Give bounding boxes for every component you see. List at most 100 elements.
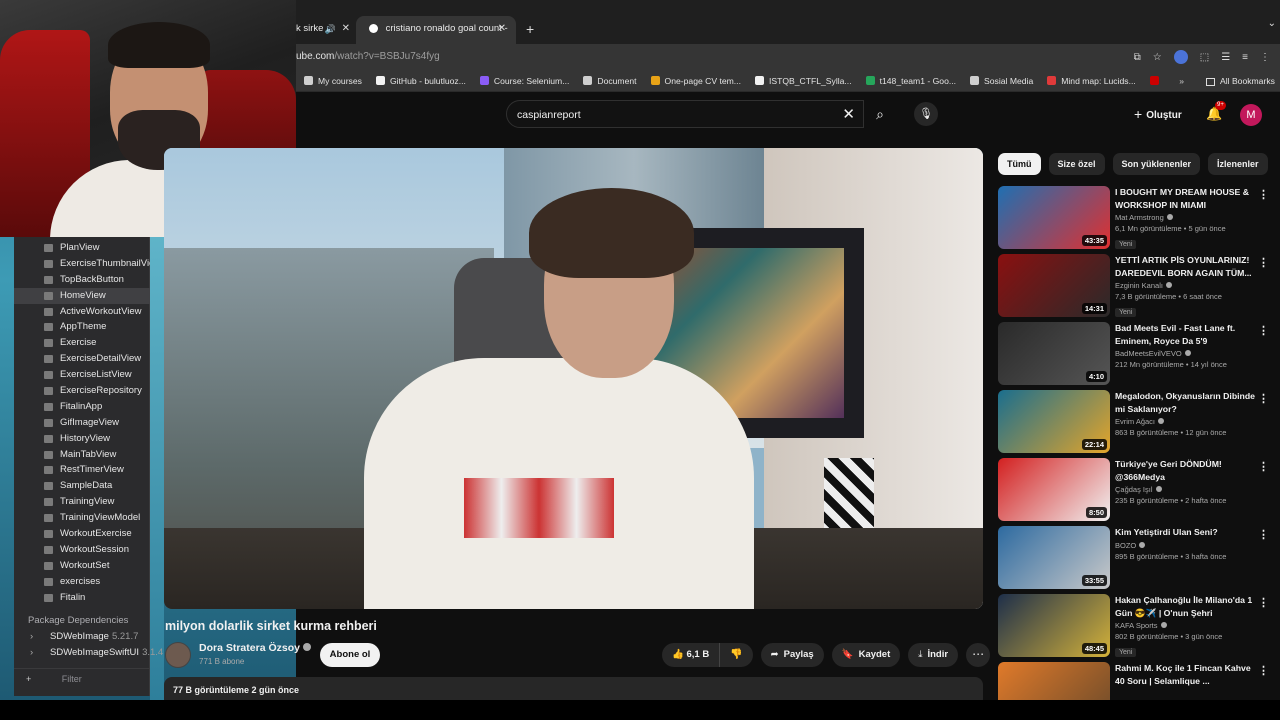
more-options-icon[interactable]: ⋮ [1258,664,1269,677]
file-item[interactable]: ExerciseThumbnailView [14,256,150,272]
recommended-video[interactable]: 48:45 Hakan Çalhanoğlu İle Milano'da 1 Gü… [998,594,1280,662]
recommended-video[interactable]: 22:14 Megalodon, Okyanusların Dibinde mi … [998,390,1280,458]
extensions-icon[interactable]: ⬚ [1200,52,1209,63]
video-thumbnail[interactable]: 8:50 [998,458,1110,521]
video-thumbnail[interactable]: 33:55 [998,526,1110,589]
channel-name[interactable]: Dora Stratera Özsoy [199,642,311,654]
filter-field[interactable]: Filter [62,674,82,684]
file-item[interactable]: RestTimerView [14,462,150,478]
file-item[interactable]: HistoryView [14,431,150,447]
file-item[interactable]: Fitalin [14,590,150,606]
like-button[interactable]: 👍 6,1 B [662,643,721,667]
file-item[interactable]: WorkoutSession [14,542,150,558]
file-item[interactable]: PlanView [14,240,150,256]
tab-previous[interactable]: k sirke 🔊 ✕ [296,16,356,44]
video-thumbnail[interactable]: 43:35 [998,186,1110,249]
dislike-button[interactable]: 👎 [720,643,752,667]
more-options-icon[interactable]: ⋮ [1258,392,1269,405]
bookmark-item[interactable]: One-page CV tem... [650,76,741,86]
more-options-icon[interactable]: ⋮ [1258,460,1269,473]
video-thumbnail[interactable]: 14:31 [998,254,1110,317]
bookmark-item[interactable]: Document [583,76,637,86]
all-bookmarks-button[interactable]: All Bookmarks [1192,70,1280,91]
package-item[interactable]: SDWebImageSwiftUI3.1.4 [14,645,163,661]
video-title[interactable]: Megalodon, Okyanusların Dibinde mi Sakla… [1115,390,1255,415]
search-input[interactable]: caspianreport [517,101,581,129]
bookmark-item[interactable]: GitHub - bulutluoz... [375,76,466,86]
channel-name[interactable]: BOZO [1115,541,1255,550]
navigator-filter[interactable]: + Filter [14,668,150,688]
more-options-icon[interactable]: ⋮ [1258,528,1269,541]
file-item[interactable]: TrainingViewModel [14,510,150,526]
recommended-video[interactable]: 14:31 YETTİ ARTIK PİS OYUNLARINIZ! DAREDE… [998,254,1280,322]
channel-name[interactable]: KAFA Sports [1115,621,1255,630]
bookmark-item[interactable]: Course: Selenium... [479,76,569,86]
tab-active[interactable]: cristiano ronaldo goal count - ✕ [356,16,516,44]
video-thumbnail[interactable]: 22:14 [998,390,1110,453]
create-button[interactable]: + Oluştur [1134,106,1182,122]
bookmark-item[interactable]: Sosial Media [970,76,1033,86]
file-item[interactable]: ExerciseListView [14,367,150,383]
download-button[interactable]: ⤓ İndir [908,643,959,667]
file-item[interactable]: SampleData [14,478,150,494]
user-avatar[interactable]: M [1240,104,1262,126]
menu-kebab-icon[interactable]: ⋮ [1260,52,1270,63]
file-item[interactable]: WorkoutExercise [14,526,150,542]
file-item[interactable]: TrainingView [14,494,150,510]
add-file-icon[interactable]: + [26,674,31,684]
address-bar[interactable]: ube.com/watch?v=BSBJu7s4fyg ⧉ ☆ ⬚ ☰ ≡ ⋮ [296,44,1280,70]
file-item[interactable]: ExerciseDetailView [14,351,150,367]
recommended-video[interactable]: 8:50 Türkiye'ye Geri DÖNDÜM! @366Medya Çağ… [998,458,1280,526]
video-title[interactable]: Kim Yetiştirdi Ulan Seni? [1115,526,1255,539]
recommended-video[interactable]: 33:55 Kim Yetiştirdi Ulan Seni? BOZO 895 B … [998,526,1280,594]
file-item[interactable]: exercises [14,574,150,590]
video-title[interactable]: Bad Meets Evil - Fast Lane ft. Eminem, R… [1115,322,1255,347]
recommended-video[interactable]: 4:10 Bad Meets Evil - Fast Lane ft. Emine… [998,322,1280,390]
bookmark-item[interactable]: My courses [304,76,362,86]
file-item[interactable]: GifImageView [14,415,150,431]
customize-icon[interactable]: ≡ [1242,52,1248,63]
close-tab-icon[interactable]: ✕ [342,16,350,42]
filter-chip[interactable]: Tümü [998,153,1041,175]
file-item[interactable]: TopBackButton [14,272,150,288]
reading-list-icon[interactable]: ☰ [1221,52,1230,63]
recommended-video[interactable]: 43:35 I BOUGHT MY DREAM HOUSE & WORKSHOP … [998,186,1280,254]
video-title[interactable]: Rahmi M. Koç ile 1 Fincan Kahve 40 Soru … [1115,662,1255,687]
file-item[interactable]: HomeView [14,287,150,304]
close-tab-icon[interactable]: ✕ [498,16,506,42]
channel-avatar[interactable] [165,642,191,668]
channel-name[interactable]: BadMeetsEvilVEVO [1115,349,1255,358]
subscribe-button[interactable]: Abone ol [320,643,380,667]
file-item[interactable]: AppTheme [14,319,150,335]
file-item[interactable]: FitalinApp [14,399,150,415]
video-thumbnail[interactable]: 4:10 [998,322,1110,385]
channel-name[interactable]: Mat Armstrong [1115,213,1255,222]
file-item[interactable]: ExerciseRepository [14,383,150,399]
video-title[interactable]: I BOUGHT MY DREAM HOUSE & WORKSHOP IN MI… [1115,186,1255,211]
url-text[interactable]: ube.com/watch?v=BSBJu7s4fyg [296,44,440,70]
file-item[interactable]: ActiveWorkoutView [14,304,150,320]
video-title[interactable]: Hakan Çalhanoğlu İle Milano'da 1 Gün 😎✈️… [1115,594,1255,619]
file-item[interactable]: WorkoutSet [14,558,150,574]
profile-icon[interactable] [1173,50,1188,64]
more-options-icon[interactable]: ⋮ [1258,324,1269,337]
more-options-icon[interactable]: ⋮ [1258,256,1269,269]
bookmark-item[interactable]: Mind map: Lucids... [1047,76,1136,86]
filter-chip[interactable]: İzlenenler [1208,153,1268,175]
notifications-button[interactable]: 🔔 9+ [1206,101,1226,122]
channel-name[interactable]: Ezginin Kanalı [1115,281,1255,290]
more-actions-icon[interactable]: ⋯ [966,643,991,667]
clear-search-icon[interactable]: ✕ [842,101,855,128]
install-app-icon[interactable]: ⧉ [1134,52,1141,63]
more-options-icon[interactable]: ⋮ [1258,188,1269,201]
file-item[interactable]: MainTabView [14,447,150,463]
save-button[interactable]: 🔖 Kaydet [831,643,901,667]
share-button[interactable]: ➦ Paylaş [760,643,824,667]
video-player[interactable] [164,148,983,609]
video-title[interactable]: YETTİ ARTIK PİS OYUNLARINIZ! DAREDEVIL B… [1115,254,1255,279]
bookmark-item[interactable]: ISTQB_CTFL_Sylla... [754,76,852,86]
search-icon[interactable]: ⌕ [864,100,896,128]
file-item[interactable]: Exercise [14,335,150,351]
package-dependencies-heading[interactable]: Package Dependencies [14,613,150,629]
filter-chip[interactable]: Size özel [1048,153,1105,175]
